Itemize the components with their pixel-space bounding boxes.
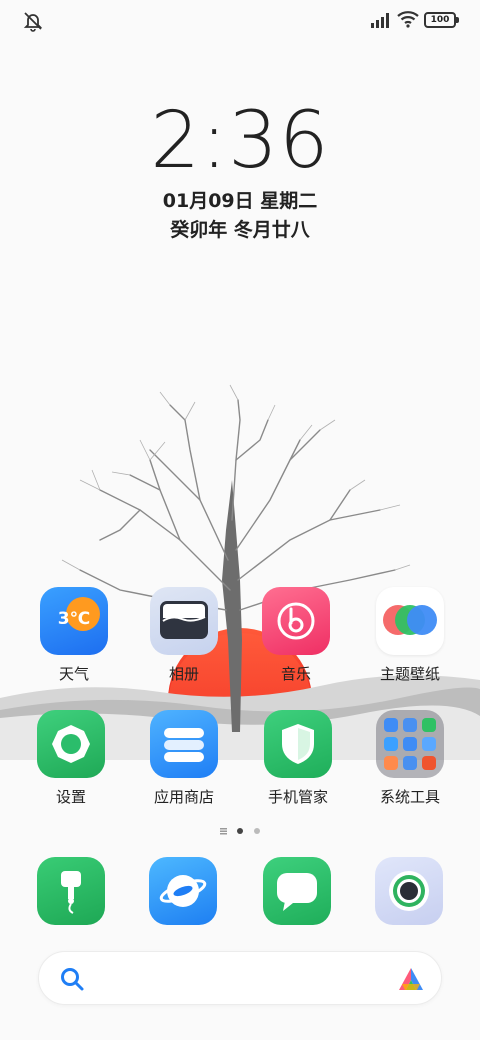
browser-icon xyxy=(149,857,217,925)
gallery-icon xyxy=(150,587,218,655)
signal-icon xyxy=(371,13,389,28)
theme-icon xyxy=(376,587,444,655)
app-label: 手机管家 xyxy=(267,788,328,806)
music-icon xyxy=(262,587,330,655)
status-bar: 100 xyxy=(0,8,480,34)
app-label: 主题壁纸 xyxy=(379,665,440,683)
clock-date: 01月09日 星期二 xyxy=(162,190,318,212)
assistant-icon[interactable] xyxy=(397,965,425,993)
battery-level: 100 xyxy=(430,15,450,25)
app-security[interactable]: 手机管家 xyxy=(248,710,348,807)
clock-time[interactable]: 2:36 xyxy=(0,96,480,186)
battery-icon: 100 xyxy=(424,12,459,28)
camera-icon xyxy=(375,857,443,925)
wifi-icon xyxy=(397,11,419,28)
app-store-icon xyxy=(150,710,218,778)
page-dot xyxy=(254,828,260,834)
settings-icon xyxy=(37,710,105,778)
app-label: 系统工具 xyxy=(379,788,440,806)
folder-preview xyxy=(384,718,436,770)
app-gallery[interactable]: 相册 xyxy=(134,587,234,684)
feed-page-icon xyxy=(220,828,227,835)
weather-icon: 3℃ xyxy=(40,587,108,655)
message-icon xyxy=(263,857,331,925)
silent-mode-icon xyxy=(23,12,43,32)
security-icon xyxy=(264,710,332,778)
app-weather[interactable]: 3℃ 天气 xyxy=(24,587,124,684)
dock-messages[interactable] xyxy=(247,857,347,925)
app-themes[interactable]: 主题壁纸 xyxy=(360,587,460,684)
app-label: 音乐 xyxy=(280,665,311,683)
app-music[interactable]: 音乐 xyxy=(246,587,346,684)
lunar-date: 癸卯年 冬月廿八 xyxy=(170,219,310,241)
search-icon[interactable] xyxy=(59,966,85,992)
wallpaper-tree-art xyxy=(0,384,480,760)
app-label: 应用商店 xyxy=(153,788,214,806)
dock-browser[interactable] xyxy=(133,857,233,925)
page-dot-active xyxy=(237,828,243,834)
app-label: 天气 xyxy=(58,665,89,683)
app-label: 设置 xyxy=(55,788,86,806)
page-indicator[interactable] xyxy=(218,825,268,837)
dock-phone[interactable] xyxy=(21,857,121,925)
weather-temp: 3℃ xyxy=(57,609,91,629)
folder-icon xyxy=(376,710,444,778)
folder-system-tools[interactable]: 系统工具 xyxy=(360,710,460,807)
phone-icon xyxy=(37,857,105,925)
search-bar[interactable] xyxy=(38,951,442,1005)
app-label: 相册 xyxy=(168,665,199,683)
app-settings[interactable]: 设置 xyxy=(21,710,121,807)
home-screen: 100 2:36 01月09日 星期二 癸卯年 冬月廿八 3℃ 天气 相册 音乐… xyxy=(0,0,480,1040)
app-store[interactable]: 应用商店 xyxy=(134,710,234,807)
dock-camera[interactable] xyxy=(359,857,459,925)
